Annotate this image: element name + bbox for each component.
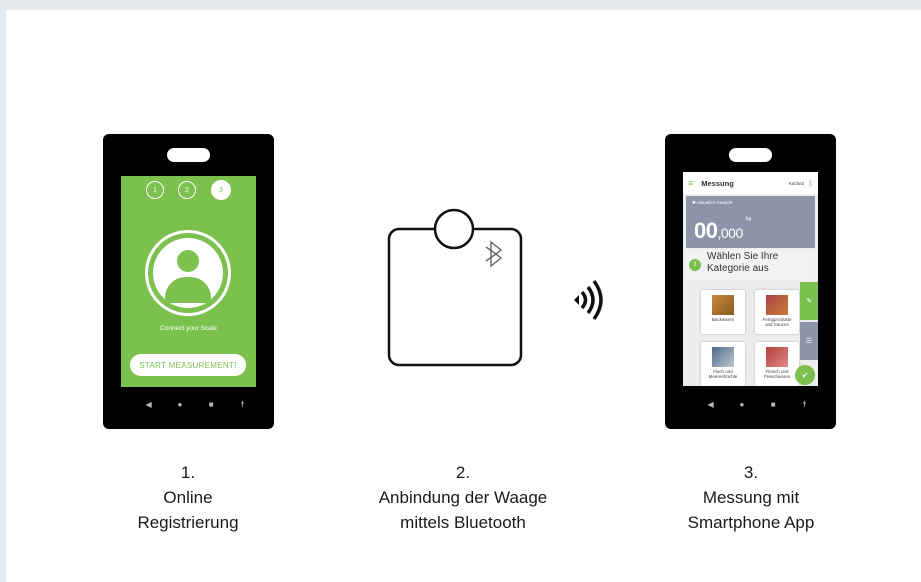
user-avatar-icon [145,230,231,316]
category-card[interactable]: Fleisch und Fleischwaren [755,342,799,386]
edit-button[interactable]: ✎ [800,282,818,320]
prepared-food-icon [766,295,788,315]
phone-registration: 1 2 3 Connect your Scale START MEASUREME… [103,134,274,429]
database-button[interactable]: ☰ [800,322,818,360]
start-measurement-button[interactable]: START MEASUREMENT! [130,354,246,376]
step-caption-2: 2. Anbindung der Waage mittels Bluetooth [378,463,548,532]
weight-unit: kg [746,216,752,222]
diagram-canvas: 1 2 3 Connect your Scale START MEASUREME… [6,10,921,582]
category-card[interactable]: Fertigprodukte und Saucen [755,290,799,334]
category-card[interactable]: Fisch und Meeresfrüchte [701,342,745,386]
step-caption-3: 3. Messung mit Smartphone App [687,463,815,532]
bluetooth-icon: ᛒ [808,178,813,188]
step-text: Wählen Sie Ihre Kategorie aus [707,251,779,274]
bluetooth-scale [387,208,523,367]
progress-step-2: 2 [178,181,196,199]
bread-icon [712,295,734,315]
phone-measurement: ≡ Messung Küche2 ᛒ ✱ Aktuelles Gewicht k… [665,134,836,429]
phone-speaker [729,148,772,162]
app-title: Messung [701,178,734,188]
confirm-button[interactable]: ✔ [795,365,815,385]
location-label[interactable]: Küche2 [789,181,804,186]
accessibility-icon[interactable]: ☨ [799,399,809,409]
accessibility-icon[interactable]: ☨ [237,399,247,409]
phone-screen: 1 2 3 Connect your Scale START MEASUREME… [121,176,256,387]
weight-display: ✱ Aktuelles Gewicht kg 00,000 [686,196,815,248]
app-header: ≡ Messung Küche2 ᛒ [683,172,818,194]
home-icon[interactable]: ● [175,399,185,409]
android-navbar: ◀ ● ■ ☨ [133,396,258,412]
phone-speaker [167,148,210,162]
app-screen: ≡ Messung Küche2 ᛒ ✱ Aktuelles Gewicht k… [683,172,818,386]
step-instruction: 2 Wählen Sie Ihre Kategorie aus [686,250,815,280]
android-navbar: ◀ ● ■ ☨ [695,396,820,412]
step-caption-1: 1. Online Registrierung [137,463,239,532]
weight-label: ✱ Aktuelles Gewicht [692,200,733,205]
recents-icon[interactable]: ■ [206,399,216,409]
category-card[interactable]: Backwaren [701,290,745,334]
fish-icon [712,347,734,367]
wireless-signal-icon [574,279,603,321]
step-badge: 2 [689,259,701,271]
back-icon[interactable]: ◀ [144,399,154,409]
back-icon[interactable]: ◀ [706,399,716,409]
home-icon[interactable]: ● [737,399,747,409]
category-grid: Backwaren Fertigprodukte und Saucen Fisc… [683,282,803,386]
progress-step-1: 1 [146,181,164,199]
connect-scale-text: Connect your Scale [160,325,217,332]
recents-icon[interactable]: ■ [768,399,778,409]
progress-step-3: 3 [211,180,231,200]
menu-icon[interactable]: ≡ [688,178,693,188]
meat-icon [766,347,788,367]
weight-value: 00,000 [694,218,743,243]
